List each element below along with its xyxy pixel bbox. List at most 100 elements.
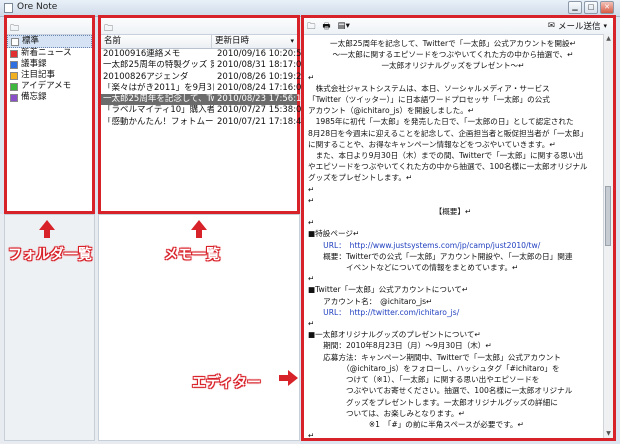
folder-item[interactable]: 標準 (7, 35, 92, 48)
folder-label: 標準 (22, 36, 40, 46)
folder-color-icon (10, 49, 18, 58)
editor-line: ついては、お楽しみとなります。↵ (308, 408, 465, 418)
editor-line: 期間：2010年8月23日（月）～9月30日（木）↵ (308, 341, 492, 351)
window-title: Ore Note (17, 2, 58, 12)
editor-line: また、本日より9月30日（木）までの間、Twitterで「一太郎」に関する思い出 (308, 151, 584, 161)
memo-date: 2010/07/21 17:18:42 (217, 116, 307, 127)
folder-item[interactable]: アイデアメモ (7, 81, 92, 92)
memo-row[interactable]: 20100916連絡メモ 2010/09/16 10:20:56 (101, 49, 307, 60)
editor-line: ↵ (308, 319, 315, 329)
editor-line: ↵ (308, 431, 315, 438)
layout-menu-icon[interactable]: ▤▾ (338, 21, 350, 35)
editor-line: ↵ (308, 195, 315, 205)
memo-name: 「ラベルマイティ10」購入者に (103, 105, 214, 116)
editor-line: URL： http://www.justsystems.com/jp/camp/… (308, 240, 541, 250)
memo-row[interactable]: 「ラベルマイティ10」購入者に 2010/07/27 15:38:02 (101, 105, 307, 116)
editor-line: 8月28日を今週末に迎えることを記念して、企画担当者と販促担当者が「一太郎」 (308, 128, 588, 138)
memo-date: 2010/09/16 10:20:56 (217, 49, 307, 59)
column-header-date[interactable]: 更新日時 ▾ (212, 35, 297, 48)
memo-row[interactable]: 一太郎25周年の特製グッズ 第2弾2010/08/31 18:17:02 (101, 60, 307, 71)
editor-line: 応募方法：キャンペーン期間中、Twitterで「一太郎」公式アカウント (308, 352, 561, 362)
editor-line: ■特設ページ↵ (308, 229, 360, 239)
folder-label: 議事録 (21, 59, 47, 69)
folder-list: 標準新着ニュース 議事録 注目記事 アイデアメモ 備忘録 (7, 35, 92, 103)
folder-annotation: フォルダ一覧 (8, 247, 92, 263)
editor-line: グッズをプレゼントします。↵ (308, 173, 413, 183)
column-header-name[interactable]: 名前 (101, 35, 212, 48)
editor-line: アカウント名： @ichitaro_js↵ (308, 296, 433, 306)
folder-label: 注目記事 (21, 70, 56, 80)
memo-date: 2010/08/24 17:16:02 (217, 82, 307, 93)
scrollbar-thumb[interactable] (605, 186, 611, 246)
folder-label: 備忘録 (21, 92, 47, 102)
editor-line: 1985年に初代「一太郎」を発売した日で、「一太郎の日」として認定された (308, 117, 574, 127)
send-mail-button[interactable]: ✉ メール送信 ▾ (548, 20, 607, 32)
editor-line: 一太郎オリジナルグッズをプレゼント～↵ (381, 61, 525, 71)
editor-line: グッズをプレゼントします。一太郎オリジナルグッズの詳細に (308, 397, 558, 407)
memo-date: 2010/07/27 15:38:02 (217, 105, 307, 116)
memo-date: 2010/08/26 10:19:20 (217, 71, 307, 82)
memo-row[interactable]: 20100826アジェンダ 2010/08/26 10:19:20 (101, 71, 307, 83)
mail-icon: ✉ (547, 21, 555, 31)
new-folder-icon[interactable]: 🗀 (10, 21, 19, 37)
folder-arrow-icon (39, 220, 55, 230)
editor-line: ～一太郎に関するエピソードをつぶやいてくれた方の中から抽選で、↵ (332, 50, 574, 60)
editor-line: ■一太郎オリジナルグッズのプレゼントについて↵ (308, 330, 481, 340)
new-document-icon[interactable]: 🗀 (307, 21, 316, 35)
print-icon[interactable]: 🖶 (323, 21, 331, 35)
chevron-down-icon: ▾ (603, 22, 607, 30)
memo-name: 一太郎25周年を記念して、Twitt... (103, 94, 214, 105)
memo-row[interactable]: 「感動かんたん！フォトムービー...2010/07/21 17:18:42 (101, 116, 307, 128)
memo-name: 20100826アジェンダ (103, 71, 189, 82)
folder-label: アイデアメモ (21, 81, 72, 91)
new-memo-icon[interactable]: 🗀 (104, 21, 113, 37)
editor-scrollbar[interactable]: ▲ ▼ (603, 34, 613, 438)
editor-line: ↵ (308, 72, 315, 82)
app-icon (4, 3, 13, 13)
editor-annotation: エディター (192, 375, 262, 391)
scroll-up-icon[interactable]: ▲ (604, 34, 613, 43)
close-button[interactable]: ✕ (600, 1, 614, 14)
folder-item[interactable]: 備忘録 (7, 92, 92, 103)
memo-table-header: 名前 更新日時 ▾ (101, 35, 297, 49)
column-header-date-label: 更新日時 (215, 36, 250, 46)
folder-toolbar: 🗀 (7, 18, 92, 35)
folder-item[interactable]: 注目記事 (7, 70, 92, 81)
scroll-down-icon[interactable]: ▼ (604, 429, 613, 438)
memo-arrow-icon (191, 220, 207, 230)
folder-item[interactable]: 議事録 (7, 59, 92, 70)
memo-toolbar: 🗀 (101, 18, 297, 35)
editor-line: ↵ (308, 184, 315, 194)
editor-line: 概要：Twitterでの公式「一太郎」アカウント開設や、「一太郎の日」関連 (308, 251, 573, 261)
folder-item[interactable]: 新着ニュース (7, 48, 92, 59)
folder-label: 新着ニュース (21, 48, 72, 58)
editor-line: （@ichitaro_js）をフォローし、ハッシュタグ「#ichitaro」を (308, 363, 560, 373)
editor-line: つぶやいてお寄せください。抽選で、100名様に一太郎オリジナル (308, 386, 573, 396)
editor-line: 株式会社ジャストシステムは、本日、ソーシャルメディア・サービス (308, 83, 550, 93)
memo-date: 2010/08/23 17:56:16 (217, 94, 307, 105)
minimize-button[interactable]: ▁ (568, 1, 582, 14)
memo-annotation: メモ一覧 (164, 247, 220, 263)
memo-row[interactable]: 「楽々はがき2011」を9月3日(金...2010/08/24 17:16:02 (101, 82, 307, 94)
editor-line: 一太郎25周年を記念して、Twitterで「一太郎」公式アカウントを開設↵ (330, 39, 576, 48)
editor-line: ↵ (308, 274, 315, 284)
folder-color-icon (10, 71, 18, 80)
editor-line: やエピソードをつぶやいてくれた方の中から抽選で、100名様に一太郎オリジナル (308, 162, 588, 172)
maximize-button[interactable]: □ (584, 1, 598, 14)
editor-line: URL： http://twitter.com/ichitaro_js/ (308, 307, 460, 317)
memo-list: 20100916連絡メモ 2010/09/16 10:20:56 一太郎25周年の特… (101, 49, 307, 128)
memo-date: 2010/08/31 18:17:02 (217, 60, 307, 71)
editor-toolbar: 🗀 🖶 ▤▾ ✉ メール送信 ▾ (304, 18, 613, 35)
editor-text-area[interactable]: 一太郎25周年を記念して、Twitterで「一太郎」公式アカウントを開設↵ ～一太… (304, 34, 604, 438)
editor-line: アカウント（@ichitaro_js）を開設しました。↵ (308, 106, 475, 116)
editor-line: ↵ (308, 218, 315, 228)
folder-color-icon (10, 82, 18, 91)
send-mail-label: メール送信 (557, 22, 601, 32)
memo-name: 「楽々はがき2011」を9月3日(金... (103, 82, 214, 93)
sort-desc-icon: ▾ (290, 37, 294, 45)
editor-line: ■Twitter「一太郎」公式アカウントについて↵ (308, 285, 469, 295)
memo-arrow-stem (196, 230, 202, 238)
editor-line: ※1 「#」の前に半角スペースが必要です。↵ (308, 419, 524, 429)
memo-row[interactable]: 一太郎25周年を記念して、Twitt...2010/08/23 17:56:16 (101, 94, 307, 106)
memo-panel: 🗀 名前 更新日時 ▾ 20100916連絡メモ 2010/09/16 10:20… (98, 15, 307, 214)
